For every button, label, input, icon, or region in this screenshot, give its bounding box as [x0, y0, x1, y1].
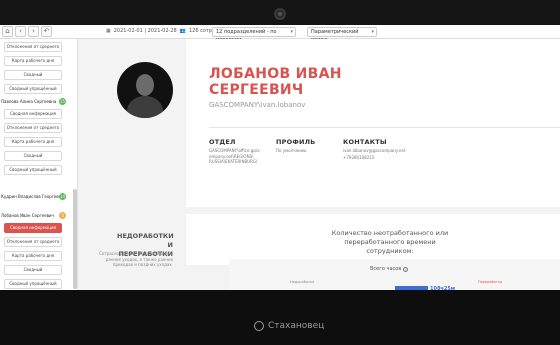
avatar: [117, 62, 173, 118]
status-badge: 15: [59, 98, 66, 105]
info-icon[interactable]: i: [403, 266, 409, 272]
sidebar-button[interactable]: Сводный: [4, 70, 62, 80]
profile-card: [186, 39, 560, 207]
sidebar-person[interactable]: Лобанов Иван Сергеевич: [1, 211, 67, 220]
dept-label: ОТДЕЛ: [209, 138, 236, 146]
name-line: СЕРГЕЕВИЧ: [209, 82, 304, 98]
dept-value: GASCOMPANY\office.gasc ompany.net\REGION…: [209, 148, 260, 164]
department-select[interactable]: 12 подразделений - по иерархии ▾: [212, 27, 296, 43]
status-badge: 14: [59, 193, 66, 200]
contacts-phone: +79280108215: [343, 155, 375, 160]
sidebar-button-active[interactable]: Сводная информация: [4, 223, 62, 233]
total-label: Всего часов: [370, 266, 402, 272]
divider: [209, 127, 560, 128]
top-toolbar: ⌂ ‹ › ↶ ▦ 2021-02-01 | 2021-02-28 👥 126 …: [0, 25, 560, 43]
chevron-down-icon: ▾: [290, 29, 293, 35]
bottom-bezel: [0, 290, 560, 345]
brand-name: Стахановец: [268, 321, 325, 331]
overtime-chart-title: Количество неотработанного или переработ…: [331, 229, 449, 255]
name-line: ЛОБАНОВ ИВАН: [209, 66, 342, 82]
overtime-total: Всего часов i: [370, 266, 409, 272]
sidebar-button[interactable]: Отклонения от среднего: [4, 123, 62, 133]
sidebar-button[interactable]: Сводная информация: [4, 109, 62, 119]
back-icon[interactable]: ‹: [15, 26, 26, 37]
home-icon[interactable]: ⌂: [2, 26, 13, 37]
employee-sidebar: Отклонения от среднего Карта рабочего дн…: [0, 39, 78, 290]
brand: Стахановец: [254, 321, 324, 331]
contacts-label: КОНТАКТЫ: [343, 138, 387, 146]
sidebar-button[interactable]: Отклонения от среднего: [4, 42, 62, 52]
nav-buttons: ⌂ ‹ › ↶: [2, 26, 52, 37]
employee-login: GASCOMPANY\ivan.lobanov: [209, 101, 306, 109]
profile-value: По умолчанию: [276, 148, 307, 153]
sidebar-button[interactable]: Сводный упрощённый: [4, 279, 62, 289]
contacts-email: ivan.lobanov@gascompany.net: [343, 148, 406, 153]
sidebar-button[interactable]: Карта рабочего дня: [4, 56, 62, 66]
brand-logo-icon: [254, 321, 264, 331]
sidebar-button[interactable]: Карта рабочего дня: [4, 251, 62, 261]
sidebar-button[interactable]: Сводный: [4, 151, 62, 161]
sidebar-person[interactable]: Павлова Алина Сергеевна: [1, 97, 67, 106]
camera-icon: [274, 8, 286, 20]
sidebar-button[interactable]: Сводный упрощённый: [4, 165, 62, 175]
sidebar-button[interactable]: Сводный упрощённый: [4, 84, 62, 94]
axis-right-label: Переработка: [478, 280, 503, 284]
status-badge: 3: [59, 212, 66, 219]
calendar-icon[interactable]: ▦: [106, 28, 111, 34]
sidebar-button[interactable]: Карта рабочего дня: [4, 137, 62, 147]
overtime-description: Сотрасно данным об опозданиях и ранних у…: [99, 251, 173, 267]
forward-icon[interactable]: ›: [28, 26, 39, 37]
device-frame: ⌂ ‹ › ↶ ▦ 2021-02-01 | 2021-02-28 👥 126 …: [0, 0, 560, 345]
axis-left-label: Недоработка: [290, 280, 315, 284]
method-select[interactable]: Параметрический метод ▾: [307, 27, 377, 43]
profile-label: ПРОФИЛЬ: [276, 138, 316, 146]
sidebar-button[interactable]: Сводный: [4, 265, 62, 275]
undo-icon[interactable]: ↶: [41, 26, 52, 37]
chevron-down-icon: ▾: [371, 29, 374, 35]
period-range[interactable]: 2021-02-01 | 2021-02-28: [114, 28, 177, 34]
scrollbar[interactable]: [73, 189, 77, 289]
employee-name: ЛОБАНОВ ИВАН СЕРГЕЕВИЧ: [209, 66, 342, 98]
users-icon: 👥: [179, 28, 186, 34]
sidebar-button[interactable]: Отклонения от среднего: [4, 237, 62, 247]
sidebar-person[interactable]: Кудрин Владислав Георгиевич: [1, 192, 67, 201]
